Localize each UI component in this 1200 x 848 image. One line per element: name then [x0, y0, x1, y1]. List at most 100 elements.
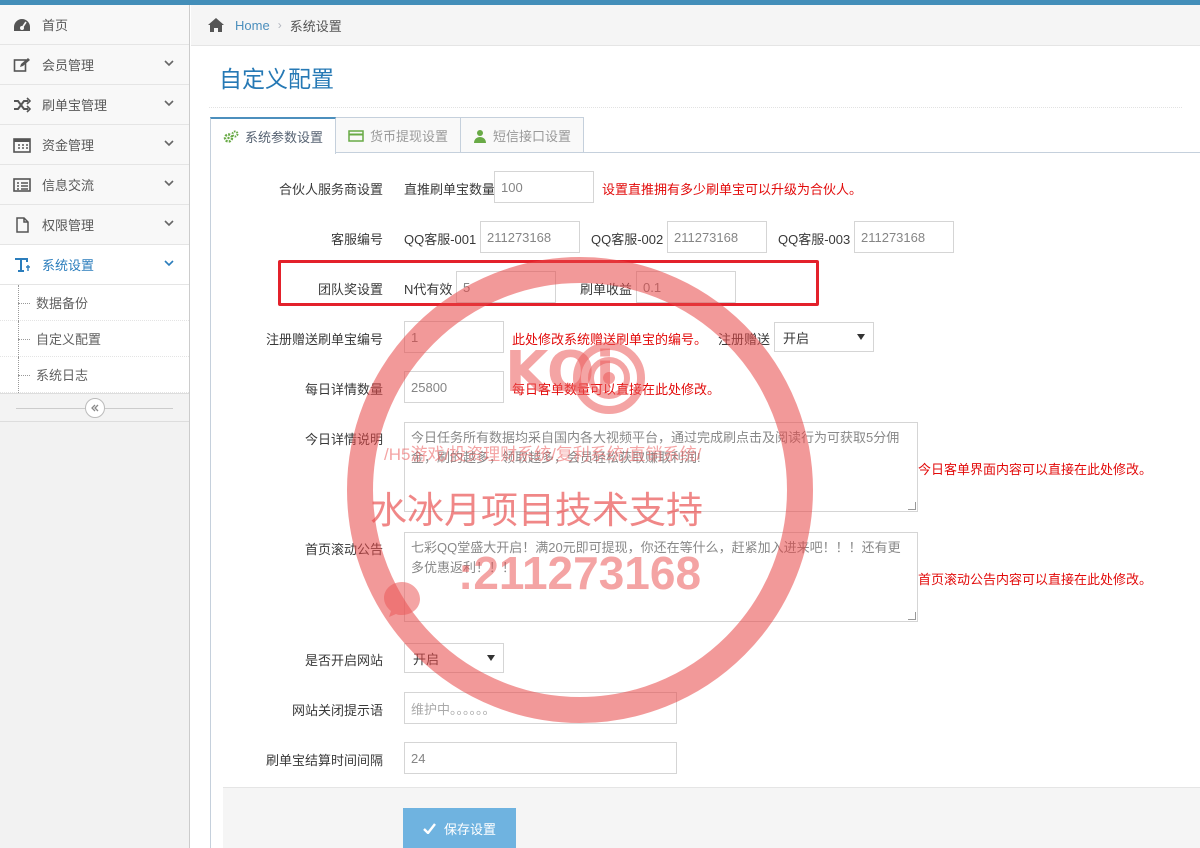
- close-tip-label: 网站关闭提示语: [291, 703, 383, 718]
- submenu-item-custom-config[interactable]: 自定义配置: [0, 321, 189, 357]
- sidebar-item-label: 权限管理: [42, 218, 95, 233]
- caret-down-icon: [487, 655, 495, 661]
- sidebar-item-brush[interactable]: 刷单宝管理: [0, 85, 189, 125]
- breadcrumb-current: 系统设置: [289, 18, 342, 34]
- sidebar-item-label: 系统设置: [42, 258, 95, 273]
- submenu-item-logs[interactable]: 系统日志: [0, 357, 189, 393]
- dashboard-icon: [12, 16, 32, 34]
- sidebar-item-messages[interactable]: 信息交流: [0, 165, 189, 205]
- credit-card-icon: [348, 129, 364, 142]
- sidebar-item-home[interactable]: 首页: [0, 5, 189, 45]
- service-qq-1-input[interactable]: 211273168: [480, 221, 580, 253]
- form-actions: 保存设置: [223, 787, 1200, 848]
- partner-prefix: 直推刷单宝数量: [404, 182, 496, 197]
- random-icon: [12, 96, 32, 114]
- notice-textarea[interactable]: 七彩QQ堂盛大开启！满20元即可提现，你还在等什么，赶紧加入进来吧！！！还有更多…: [404, 532, 918, 622]
- sidebar-collapse-button[interactable]: [84, 397, 105, 418]
- chevron-down-icon: [163, 97, 175, 112]
- service-label: 客服编号: [330, 232, 383, 247]
- service-prefix-3: QQ客服-003: [778, 232, 851, 247]
- chevron-down-icon: [163, 257, 175, 272]
- service-qq-3-input[interactable]: 211273168: [854, 221, 954, 253]
- file-icon: [12, 216, 32, 234]
- tab-withdraw[interactable]: 货币提现设置: [335, 117, 462, 153]
- interval-input[interactable]: 24: [404, 742, 677, 774]
- chevron-down-icon: [163, 57, 175, 72]
- user-icon: [473, 129, 487, 143]
- submenu-item-backup[interactable]: 数据备份: [0, 285, 189, 321]
- tab-sms[interactable]: 短信接口设置: [460, 117, 585, 153]
- sidebar-item-label: 首页: [42, 18, 69, 33]
- register-gift-label: 注册赠送: [718, 332, 771, 347]
- edit-icon: [12, 56, 32, 74]
- sidebar-item-label: 会员管理: [42, 58, 95, 73]
- site-open-label: 是否开启网站: [304, 653, 383, 668]
- tab-content-panel: 合伙人服务商设置 直推刷单宝数量 100 设置直推拥有多少刷单宝可以升级为合伙人…: [210, 152, 1200, 848]
- sidebar-collapse-bar: [0, 394, 189, 422]
- resize-grip-icon[interactable]: [908, 502, 916, 510]
- sidebar-item-label: 刷单宝管理: [42, 98, 108, 113]
- daily-count-label: 每日详情数量: [304, 382, 383, 397]
- submenu-item-label: 系统日志: [36, 368, 89, 383]
- sidebar-item-label: 信息交流: [42, 178, 95, 193]
- partner-label: 合伙人服务商设置: [278, 182, 383, 197]
- chevron-down-icon: [163, 137, 175, 152]
- tab-system-params[interactable]: 系统参数设置: [210, 117, 337, 154]
- highlight-box: [278, 260, 819, 306]
- register-label: 注册赠送刷单宝编号: [265, 332, 383, 347]
- chevron-down-icon: [163, 217, 175, 232]
- register-help: 此处修改系统赠送刷单宝的编号。: [512, 332, 708, 347]
- site-open-select[interactable]: 开启: [404, 643, 504, 673]
- service-qq-2-input[interactable]: 211273168: [667, 221, 767, 253]
- textarea-value: 今日任务所有数据均采自国内各大视频平台，通过完成刷点击及阅读行为可获取5分佣金，…: [411, 430, 900, 465]
- save-button-label: 保存设置: [443, 821, 496, 837]
- chevron-down-icon: [163, 177, 175, 192]
- close-tip-input[interactable]: 维护中。。。。。。: [404, 692, 677, 724]
- sidebar-item-permissions[interactable]: 权限管理: [0, 205, 189, 245]
- sidebar-item-funds[interactable]: 资金管理: [0, 125, 189, 165]
- daily-count-help: 每日客单数量可以直接在此处修改。: [512, 382, 721, 397]
- today-desc-label: 今日详情说明: [304, 432, 383, 447]
- select-value: 开启: [783, 330, 810, 346]
- calendar-icon: [12, 136, 32, 154]
- select-value: 开启: [413, 651, 440, 667]
- check-icon: [423, 822, 436, 834]
- tab-label: 货币提现设置: [370, 129, 449, 144]
- submenu-item-label: 自定义配置: [36, 332, 102, 347]
- notice-label: 首页滚动公告: [304, 542, 383, 557]
- textarea-value: 七彩QQ堂盛大开启！满20元即可提现，你还在等什么，赶紧加入进来吧！！！还有更多…: [411, 540, 901, 575]
- register-gift-id-input[interactable]: 1: [404, 321, 504, 353]
- register-gift-select[interactable]: 开启: [774, 322, 874, 352]
- breadcrumb: Home › 系统设置: [191, 5, 1200, 46]
- page-title: 自定义配置: [219, 65, 334, 92]
- tab-label: 短信接口设置: [493, 129, 572, 144]
- save-button[interactable]: 保存设置: [403, 808, 516, 848]
- page-header: 自定义配置: [209, 46, 1182, 108]
- sidebar-item-settings[interactable]: 系统设置: [0, 245, 189, 285]
- submenu-item-label: 数据备份: [36, 296, 89, 311]
- breadcrumb-separator-icon: ›: [277, 18, 282, 32]
- sidebar: 首页 会员管理 刷单宝管理 资金管理 信息交流 权限管理 系统设置 数据备份 自…: [0, 5, 190, 848]
- notice-help: 首页滚动公告内容可以直接在此处修改。: [918, 572, 1153, 587]
- today-desc-textarea[interactable]: 今日任务所有数据均采自国内各大视频平台，通过完成刷点击及阅读行为可获取5分佣金，…: [404, 422, 918, 512]
- main-content: Home › 系统设置 自定义配置 系统参数设置 货币提现设置 短信接口设置 合…: [191, 5, 1200, 848]
- partner-help: 设置直推拥有多少刷单宝可以升级为合伙人。: [602, 182, 863, 197]
- daily-count-input[interactable]: 25800: [404, 371, 504, 403]
- breadcrumb-home-link[interactable]: Home: [235, 18, 270, 33]
- today-desc-help: 今日客单界面内容可以直接在此处修改。: [918, 462, 1153, 477]
- home-icon: [208, 18, 224, 32]
- partner-count-input[interactable]: 100: [494, 171, 594, 203]
- list-icon: [12, 176, 32, 194]
- service-prefix-1: QQ客服-001: [404, 232, 477, 247]
- text-icon: [12, 256, 32, 274]
- sidebar-item-members[interactable]: 会员管理: [0, 45, 189, 85]
- cogs-icon: [223, 130, 239, 144]
- settings-submenu: 数据备份 自定义配置 系统日志: [0, 285, 189, 394]
- interval-label: 刷单宝结算时间间隔: [265, 753, 383, 768]
- double-chevron-left-icon: [90, 404, 98, 411]
- tab-bar: 系统参数设置 货币提现设置 短信接口设置: [210, 117, 585, 154]
- tab-label: 系统参数设置: [245, 130, 324, 145]
- sidebar-item-label: 资金管理: [42, 138, 95, 153]
- resize-grip-icon[interactable]: [908, 612, 916, 620]
- caret-down-icon: [857, 334, 865, 340]
